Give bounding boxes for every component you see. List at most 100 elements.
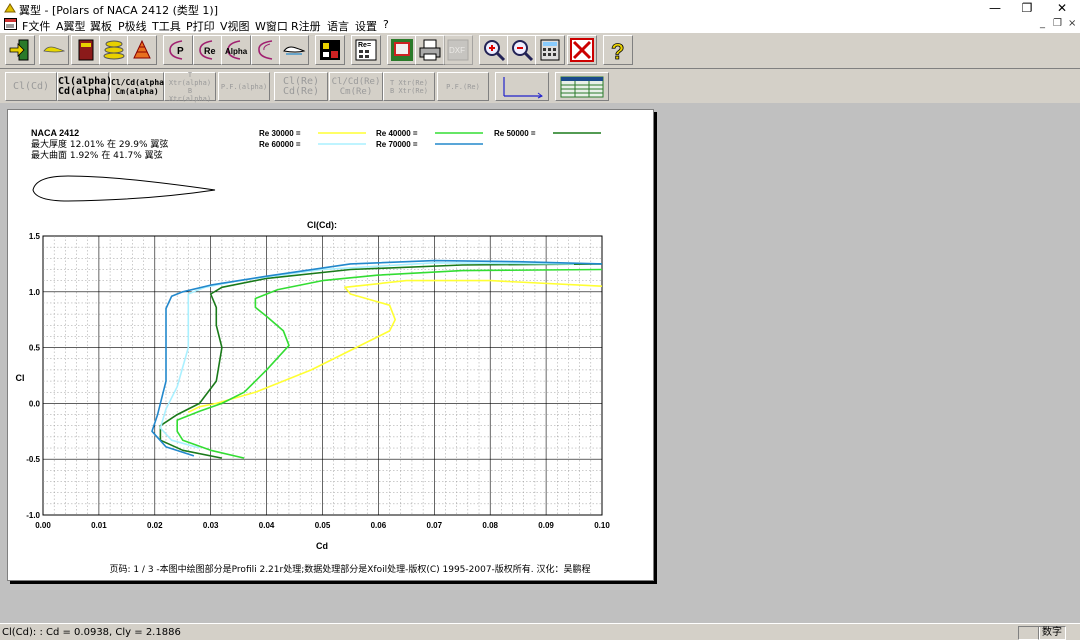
legend: Re 30000 = Re 40000 = Re 50000 = Re 60000 =…: [259, 129, 601, 149]
t-xtr-alpha-label: T Xtr(alpha): [168, 70, 212, 87]
polar-p-button[interactable]: P: [163, 35, 193, 65]
clcd-re-label: Cl/Cd(Re): [331, 76, 381, 87]
book-icon: [78, 39, 94, 61]
zoom-in-button[interactable]: [479, 35, 509, 65]
cl-cd-re-button[interactable]: Cl(Re) Cd(Re): [274, 72, 328, 101]
data-table-button[interactable]: [555, 72, 609, 101]
mdi-close-button[interactable]: ×: [1068, 18, 1076, 29]
zoom-in-icon: [484, 40, 506, 62]
book-button[interactable]: [71, 35, 101, 65]
re-calc-button[interactable]: Re=: [351, 35, 381, 65]
xtr-alpha-button[interactable]: T Xtr(alpha) B Xtr(alpha): [164, 70, 216, 103]
legend-label-4: Re 70000 =: [376, 140, 418, 149]
display-button[interactable]: [387, 35, 417, 65]
polar-alpha-button[interactable]: Alpha: [221, 35, 251, 65]
x-tick-label: 0.07: [427, 521, 443, 530]
delete-button[interactable]: [567, 35, 597, 65]
svg-text:DXF: DXF: [449, 46, 465, 55]
x-tick-label: 0.04: [259, 521, 275, 530]
x-tick-label: 0.06: [371, 521, 387, 530]
x-tick-label: 0.01: [91, 521, 107, 530]
num-lock-indicator: 数字: [1038, 626, 1066, 640]
airfoil-button[interactable]: [39, 35, 69, 65]
pf-re-label: P.F.(Re): [446, 82, 480, 91]
airfoil-name: NACA 2412: [31, 128, 79, 138]
menu-bar: F文件 A翼型 翼板 P极线 T工具 P打印 V视图 W窗口 R注册 语言 设置…: [0, 17, 1080, 33]
menu-help[interactable]: ?: [383, 18, 389, 31]
b-xtr-alpha-label: B Xtr(alpha): [168, 86, 212, 103]
page-footer: 页码: 1 / 3 -本图中绘图部分是Profili 2.21r处理;数据处理部…: [109, 563, 590, 575]
y-axis-label: Cl: [16, 373, 25, 383]
cd-alpha-label: Cd(alpha): [58, 85, 113, 97]
pf-alpha-label: P.F.(alpha): [220, 82, 268, 91]
cd-re-label: Cd(Re): [282, 85, 320, 97]
y-tick-label: 1.5: [29, 232, 41, 241]
help-button[interactable]: ?: [603, 35, 633, 65]
xtr-re-button[interactable]: T Xtr(Re) B Xtr(Re): [383, 72, 435, 101]
graph-toolbar: Cl(Cd) Cl(alpha) Cd(alpha) Cl/Cd(alpha) Cm…: [0, 68, 1080, 103]
zoom-out-icon: [512, 40, 534, 62]
window-title: 翼型 - [Polars of NACA 2412 (类型 1)]: [19, 4, 218, 17]
status-text: Cl(Cd): : Cd = 0.0938, Cly = 2.1886: [2, 627, 181, 638]
help-question-icon: ?: [611, 39, 625, 62]
y-tick-label: -0.5: [26, 455, 40, 464]
minimize-button[interactable]: —: [979, 0, 1011, 17]
pf-re-button[interactable]: P.F.(Re): [437, 72, 489, 101]
polar-curve-button[interactable]: [251, 35, 281, 65]
polar-chart: NACA 2412 最大厚度 12.01% 在 29.9% 翼弦 最大曲面 1.…: [16, 128, 611, 575]
dxf-export-button[interactable]: DXF: [443, 35, 473, 65]
polar-re-button[interactable]: Re: [193, 35, 223, 65]
calculator-icon: [540, 39, 560, 61]
svg-text:?: ?: [611, 39, 624, 62]
exit-button[interactable]: [5, 35, 35, 65]
chart-title: Cl(Cd):: [307, 220, 337, 230]
axes-scale-button[interactable]: [495, 72, 549, 101]
ribs-icon: [133, 39, 151, 59]
x-tick-label: 0.05: [315, 521, 331, 530]
cl-cd-alpha-button[interactable]: Cl(alpha) Cd(alpha): [57, 72, 113, 101]
polar-re-icon: Re: [199, 40, 216, 60]
cl-cd-button[interactable]: Cl(Cd): [5, 72, 57, 101]
x-tick-label: 0.09: [538, 521, 554, 530]
mdi-minimize-button[interactable]: _: [1040, 18, 1045, 29]
y-tick-label: -1.0: [26, 511, 40, 520]
legend-label-1: Re 40000 =: [376, 129, 418, 138]
stack-button[interactable]: [99, 35, 129, 65]
airfoil-edit-button[interactable]: [279, 35, 309, 65]
svg-text:Re=: Re=: [358, 42, 371, 49]
zoom-out-button[interactable]: [507, 35, 537, 65]
print-button[interactable]: [415, 35, 445, 65]
cm-re-label: Cm(Re): [339, 86, 373, 97]
polar-p-icon: P: [169, 40, 184, 60]
x-tick-label: 0.00: [35, 521, 51, 530]
chart-page: NACA 2412 最大厚度 12.01% 在 29.9% 翼弦 最大曲面 1.…: [7, 109, 654, 581]
document-icon[interactable]: [4, 18, 17, 30]
polar-curve-icon: [258, 40, 273, 60]
legend-label-3: Re 60000 =: [259, 140, 301, 149]
clcd-cm-re-button[interactable]: Cl/Cd(Re) Cm(Re): [329, 72, 383, 101]
table-grid-icon: [560, 76, 604, 97]
maximize-button[interactable]: ❐: [1011, 0, 1043, 17]
status-bar: Cl(Cd): : Cd = 0.0938, Cly = 2.1886 数字: [0, 623, 1080, 640]
chart-report-button[interactable]: [315, 35, 345, 65]
y-tick-label: 0.5: [29, 344, 41, 353]
calculator-button[interactable]: [535, 35, 565, 65]
status-cell: [1018, 626, 1040, 640]
y-tick-label: 0.0: [29, 399, 41, 408]
airfoil-thickness: 最大厚度 12.01% 在 29.9% 翼弦: [31, 138, 168, 150]
legend-label-0: Re 30000 =: [259, 129, 301, 138]
rib-button[interactable]: [127, 35, 157, 65]
mdi-restore-button[interactable]: ❐: [1053, 18, 1062, 29]
legend-label-2: Re 50000 =: [494, 129, 536, 138]
close-button[interactable]: ✕: [1046, 0, 1078, 17]
monitor-icon: [391, 39, 413, 61]
pf-alpha-button[interactable]: P.F.(alpha): [218, 72, 270, 101]
t-xtr-re-label: T Xtr(Re): [390, 78, 428, 87]
x-tick-label: 0.08: [482, 521, 498, 530]
svg-text:Alpha: Alpha: [225, 47, 248, 56]
x-axis-label: Cd: [316, 541, 328, 551]
chart-grid: [42, 235, 603, 516]
x-tick-label: 0.02: [147, 521, 163, 530]
clcd-cm-alpha-button[interactable]: Cl/Cd(alpha) Cm(alpha): [110, 72, 169, 101]
app-icon: [4, 3, 16, 13]
